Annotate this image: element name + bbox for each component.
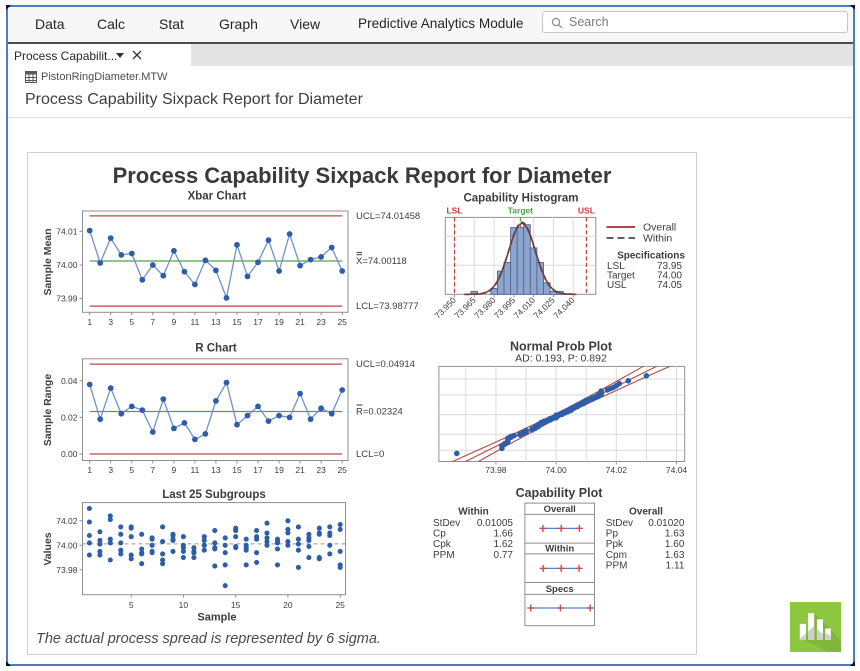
svg-text:13: 13 (211, 317, 221, 327)
svg-text:23: 23 (316, 465, 326, 475)
svg-text:0.02: 0.02 (61, 412, 78, 422)
svg-text:9: 9 (172, 317, 177, 327)
svg-text:Xbar Chart: Xbar Chart (188, 191, 247, 203)
svg-text:20: 20 (283, 600, 293, 610)
svg-text:7: 7 (150, 317, 155, 327)
svg-text:Within: Within (545, 544, 574, 555)
svg-text:Sample: Sample (197, 612, 236, 624)
svg-text:StDev: StDev (433, 518, 460, 529)
svg-text:LCL=73.98777: LCL=73.98777 (356, 301, 419, 312)
svg-text:PPM: PPM (606, 561, 628, 572)
svg-text:3: 3 (108, 465, 113, 475)
svg-text:21: 21 (295, 317, 305, 327)
svg-text:StDev: StDev (606, 518, 633, 529)
svg-text:1: 1 (87, 465, 92, 475)
svg-text:R Chart: R Chart (195, 343, 237, 355)
svg-text:5: 5 (129, 600, 134, 610)
svg-text:Specifications: Specifications (617, 251, 685, 262)
svg-text:9: 9 (172, 465, 177, 475)
svg-text:74.00: 74.00 (545, 465, 567, 475)
svg-text:1.60: 1.60 (665, 539, 685, 550)
svg-text:UCL=74.01458: UCL=74.01458 (356, 211, 420, 222)
svg-text:Overall: Overall (544, 504, 576, 515)
svg-text:LCL=0: LCL=0 (356, 449, 384, 460)
svg-text:19: 19 (274, 465, 284, 475)
svg-text:19: 19 (274, 317, 284, 327)
svg-text:74.02: 74.02 (56, 516, 78, 526)
svg-text:21: 21 (295, 465, 305, 475)
svg-text:1: 1 (87, 317, 92, 327)
svg-text:3: 3 (108, 317, 113, 327)
svg-text:PPM: PPM (433, 550, 455, 561)
svg-text:R=0.02324: R=0.02324 (356, 407, 403, 418)
svg-text:74.00: 74.00 (56, 260, 78, 270)
svg-text:74.00: 74.00 (56, 540, 78, 550)
svg-text:Capability Histogram: Capability Histogram (463, 193, 578, 205)
svg-text:17: 17 (253, 317, 263, 327)
svg-text:74.05: 74.05 (657, 280, 682, 291)
svg-text:73.99: 73.99 (56, 294, 78, 304)
svg-text:11: 11 (190, 317, 199, 327)
svg-text:0.01005: 0.01005 (477, 518, 514, 529)
svg-text:USL: USL (607, 280, 627, 291)
svg-text:10: 10 (179, 600, 189, 610)
svg-text:5: 5 (129, 317, 134, 327)
svg-text:74.04: 74.04 (666, 465, 688, 475)
svg-text:17: 17 (253, 465, 263, 475)
svg-text:Last 25 Subgroups: Last 25 Subgroups (162, 489, 266, 501)
svg-text:LSL: LSL (446, 206, 462, 216)
svg-text:X=74.00118: X=74.00118 (356, 256, 407, 267)
svg-text:74.040: 74.040 (551, 295, 577, 321)
svg-text:73.98: 73.98 (485, 465, 507, 475)
svg-text:Cpk: Cpk (433, 539, 452, 550)
svg-text:11: 11 (190, 465, 199, 475)
svg-text:1.63: 1.63 (665, 529, 685, 540)
svg-text:15: 15 (232, 465, 242, 475)
svg-text:73.98: 73.98 (56, 565, 78, 575)
svg-text:Values: Values (42, 532, 54, 565)
svg-text:23: 23 (316, 317, 326, 327)
svg-text:Target: Target (508, 206, 534, 216)
svg-text:1.11: 1.11 (666, 561, 685, 572)
svg-text:74.01: 74.01 (56, 226, 78, 236)
svg-text:Normal Prob Plot: Normal Prob Plot (510, 340, 613, 354)
svg-text:1.63: 1.63 (665, 550, 685, 561)
svg-text:0.00: 0.00 (61, 449, 78, 459)
svg-text:Overall: Overall (629, 507, 663, 518)
svg-text:1.62: 1.62 (494, 539, 514, 550)
svg-text:25: 25 (337, 465, 347, 475)
svg-text:0.01020: 0.01020 (648, 518, 685, 529)
svg-text:Cpm: Cpm (606, 550, 627, 561)
svg-text:0.04: 0.04 (61, 376, 78, 386)
svg-text:25: 25 (335, 600, 345, 610)
svg-text:Ppk: Ppk (606, 539, 624, 550)
svg-text:0.77: 0.77 (494, 550, 514, 561)
svg-text:5: 5 (129, 465, 134, 475)
svg-text:UCL=0.04914: UCL=0.04914 (356, 359, 415, 370)
svg-text:13: 13 (211, 465, 221, 475)
svg-text:Sample Range: Sample Range (42, 374, 54, 447)
svg-text:AD: 0.193, P: 0.892: AD: 0.193, P: 0.892 (515, 353, 607, 365)
svg-text:7: 7 (150, 465, 155, 475)
svg-text:Pp: Pp (606, 529, 619, 540)
svg-text:25: 25 (337, 317, 347, 327)
svg-text:USL: USL (578, 206, 595, 216)
svg-text:74.02: 74.02 (606, 465, 628, 475)
svg-text:Within: Within (458, 507, 488, 518)
svg-text:Cp: Cp (433, 529, 446, 540)
svg-text:1.66: 1.66 (494, 529, 514, 540)
svg-text:15: 15 (231, 600, 241, 610)
svg-text:Sample Mean: Sample Mean (42, 228, 54, 295)
svg-text:Capability Plot: Capability Plot (516, 486, 604, 500)
svg-text:15: 15 (232, 317, 242, 327)
svg-text:Within: Within (643, 233, 672, 245)
svg-text:Specs: Specs (546, 584, 574, 595)
